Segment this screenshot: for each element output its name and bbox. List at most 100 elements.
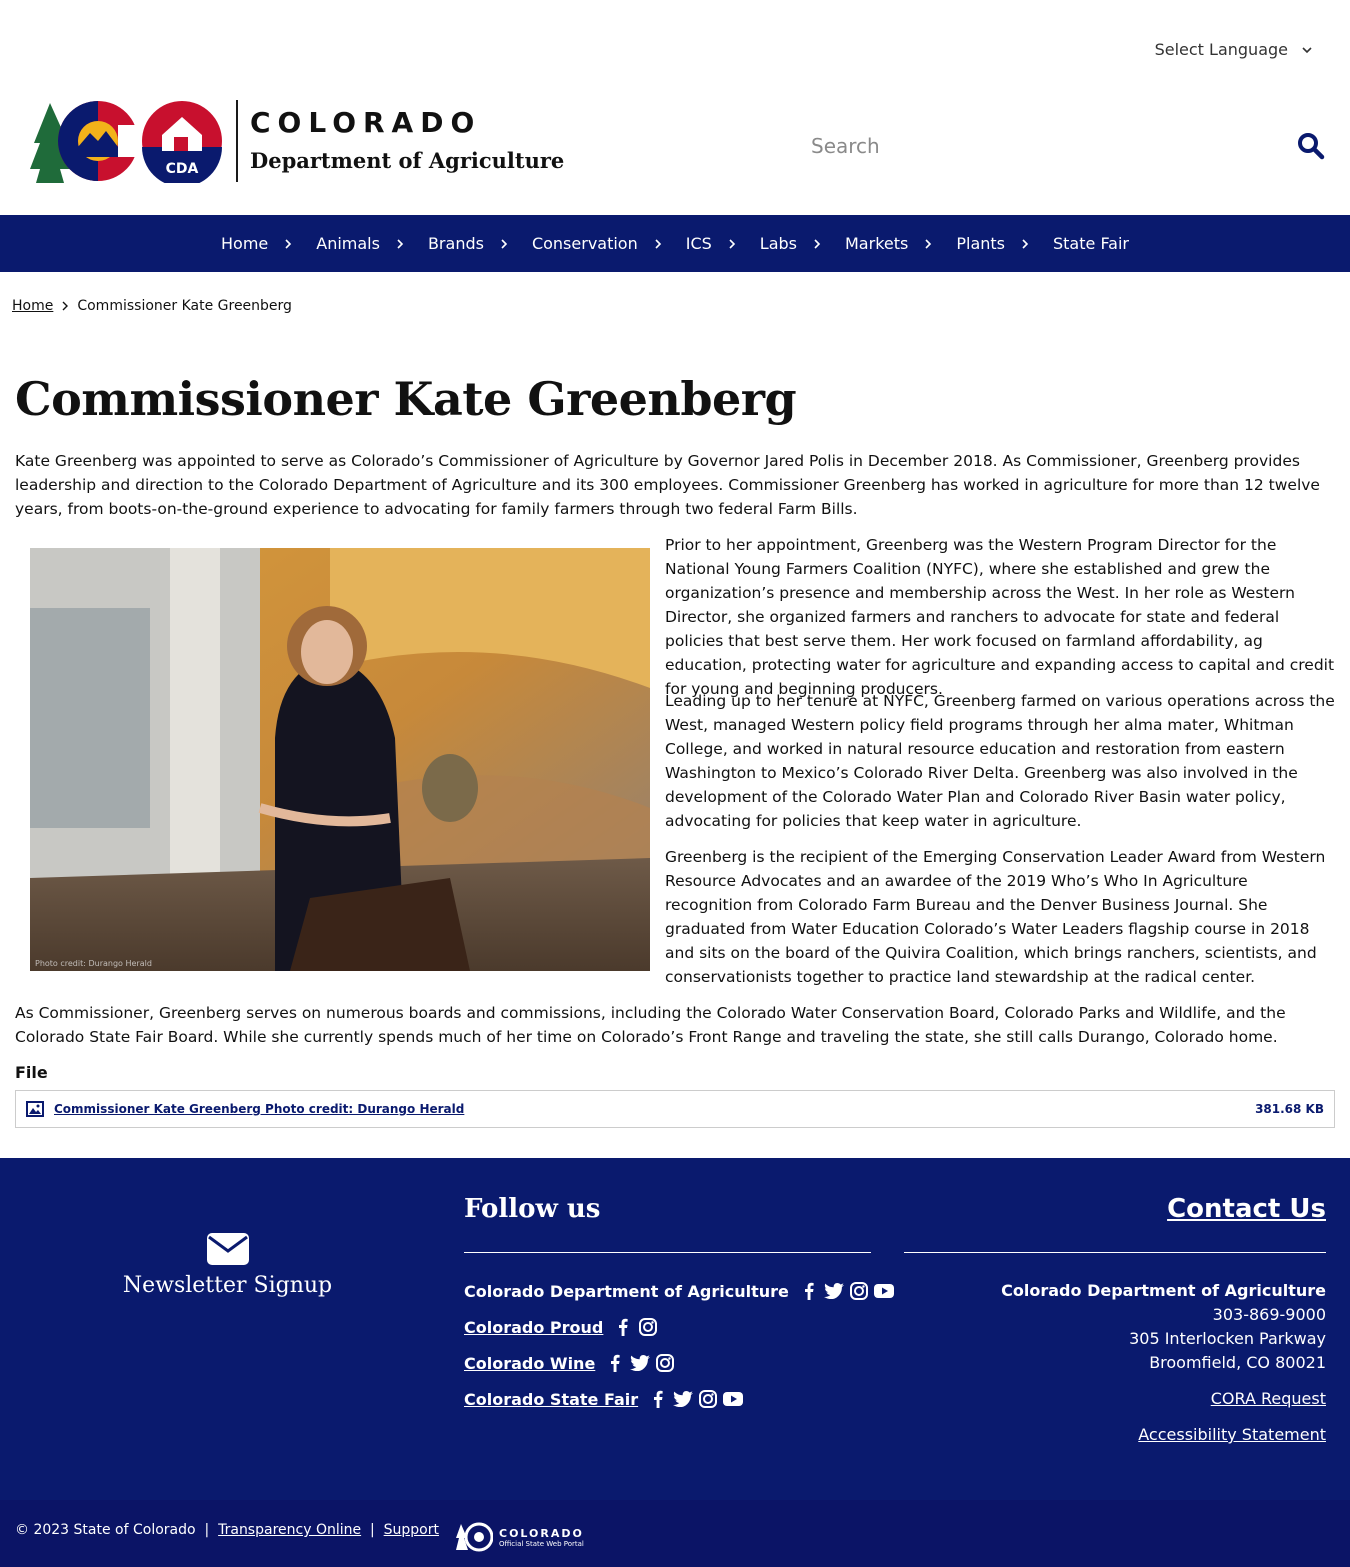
- social-row-cda: Colorado Department of Agriculture: [464, 1280, 895, 1302]
- image-file-icon: [26, 1101, 44, 1117]
- facebook-icon[interactable]: [647, 1388, 669, 1410]
- logo-dept-name: Department of Agriculture: [250, 148, 565, 173]
- twitter-icon[interactable]: [672, 1388, 694, 1410]
- nav-item-label: State Fair: [1053, 234, 1129, 253]
- bio-paragraph-1: Prior to her appointment, Greenberg was …: [665, 536, 1335, 698]
- intro-paragraph: Kate Greenberg was appointed to serve as…: [15, 452, 1320, 518]
- social-org-link[interactable]: Colorado State Fair: [464, 1390, 638, 1409]
- bio-paragraph-4: As Commissioner, Greenberg serves on num…: [15, 1004, 1286, 1046]
- nav-item-label: Brands: [427, 234, 484, 253]
- copyright-line: © 2023 State of Colorado | Transparency …: [15, 1522, 439, 1538]
- file-download-link[interactable]: Commissioner Kate Greenberg Photo credit…: [54, 1102, 1255, 1116]
- nav-item-home[interactable]: Home: [221, 234, 292, 253]
- contact-us-link[interactable]: Contact Us: [1167, 1194, 1326, 1224]
- copyright-text: © 2023 State of Colorado: [15, 1522, 196, 1538]
- breadcrumb: Home Commissioner Kate Greenberg: [12, 298, 292, 314]
- facebook-icon[interactable]: [798, 1280, 820, 1302]
- separator: |: [370, 1522, 375, 1538]
- nav-item-label: Plants: [956, 234, 1005, 253]
- social-row-colorado-wine: Colorado Wine: [464, 1352, 676, 1374]
- sub-footer: © 2023 State of Colorado | Transparency …: [0, 1500, 1350, 1567]
- twitter-icon[interactable]: [629, 1352, 651, 1374]
- instagram-icon[interactable]: [697, 1388, 719, 1410]
- separator: |: [204, 1522, 210, 1538]
- accessibility-statement-link[interactable]: Accessibility Statement: [1001, 1423, 1326, 1447]
- contact-divider: [904, 1252, 1326, 1253]
- chevron-right-icon: [62, 301, 69, 311]
- youtube-icon[interactable]: [873, 1280, 895, 1302]
- contact-info: Colorado Department of Agriculture 303-8…: [1001, 1279, 1326, 1447]
- nav-item-label: ICS: [685, 234, 712, 253]
- file-attachment: Commissioner Kate Greenberg Photo credit…: [15, 1090, 1335, 1128]
- search-input[interactable]: [811, 134, 1296, 158]
- facebook-icon[interactable]: [604, 1352, 626, 1374]
- site-logo[interactable]: CDA COLORADO Department of Agriculture: [30, 99, 564, 183]
- logo-text: COLORADO Department of Agriculture: [250, 106, 564, 176]
- facebook-icon[interactable]: [612, 1316, 634, 1338]
- nav-item-plants[interactable]: Plants: [956, 234, 1029, 253]
- nav-item-brands[interactable]: Brands: [428, 234, 508, 253]
- newsletter-signup-link[interactable]: Newsletter Signup: [100, 1233, 355, 1298]
- nav-item-labs[interactable]: Labs: [760, 234, 821, 253]
- nav-item-conservation[interactable]: Conservation: [532, 234, 662, 253]
- twitter-icon[interactable]: [823, 1280, 845, 1302]
- breadcrumb-current: Commissioner Kate Greenberg: [77, 298, 292, 314]
- search-button[interactable]: [1296, 131, 1326, 161]
- file-size: 381.68 KB: [1255, 1102, 1324, 1116]
- chevron-right-icon: [814, 238, 821, 249]
- social-org-link[interactable]: Colorado Proud: [464, 1318, 603, 1337]
- chevron-right-icon: [501, 238, 508, 249]
- nav-item-animals[interactable]: Animals: [316, 234, 404, 253]
- nav-item-markets[interactable]: Markets: [845, 234, 932, 253]
- contact-address-line1: 305 Interlocken Parkway: [1129, 1329, 1326, 1348]
- colorado-c-logo-icon: [30, 101, 138, 183]
- contact-address-line2: Broomfield, CO 80021: [1149, 1353, 1326, 1372]
- cora-request-link[interactable]: CORA Request: [1001, 1387, 1326, 1411]
- instagram-icon[interactable]: [654, 1352, 676, 1374]
- file-label: File: [15, 1063, 48, 1082]
- cda-badge-text: CDA: [166, 161, 199, 177]
- support-link[interactable]: Support: [384, 1522, 439, 1538]
- logo-divider: [236, 100, 238, 182]
- site-footer: Newsletter Signup Follow us Colorado Dep…: [0, 1158, 1350, 1500]
- social-org-name: Colorado Department of Agriculture: [464, 1281, 789, 1301]
- portal-subtitle: Official State Web Portal: [499, 1539, 584, 1548]
- chevron-right-icon: [397, 238, 404, 249]
- commissioner-photo: Photo credit: Durango Herald: [30, 548, 650, 971]
- instagram-icon[interactable]: [848, 1280, 870, 1302]
- contact-org: Colorado Department of Agriculture: [1001, 1281, 1326, 1300]
- search-bar: [811, 129, 1326, 163]
- chevron-right-icon: [925, 238, 932, 249]
- colorado-portal-icon: [456, 1522, 493, 1552]
- social-org-link[interactable]: Colorado Wine: [464, 1354, 595, 1373]
- follow-divider: [464, 1252, 871, 1253]
- nav-item-label: Animals: [316, 234, 380, 253]
- chevron-down-icon: [1302, 46, 1312, 53]
- nav-item-label: Labs: [759, 234, 797, 253]
- chevron-right-icon: [729, 238, 735, 249]
- photo-credit: Photo credit: Durango Herald: [35, 959, 152, 968]
- language-label: Select Language: [1154, 40, 1288, 59]
- logo-state-name: COLORADO: [250, 106, 482, 139]
- portrait-image: [30, 548, 650, 971]
- bio-paragraph-3: Greenberg is the recipient of the Emergi…: [665, 848, 1326, 986]
- instagram-icon[interactable]: [637, 1316, 659, 1338]
- transparency-online-link[interactable]: Transparency Online: [218, 1522, 361, 1538]
- nav-item-state-fair[interactable]: State Fair: [1053, 234, 1129, 253]
- site-header: CDA COLORADO Department of Agriculture: [0, 95, 1350, 215]
- main-nav: Home Animals Brands Conservation ICS Lab…: [0, 215, 1350, 272]
- portal-name: COLORADO: [499, 1526, 584, 1540]
- chevron-right-icon: [1022, 238, 1029, 249]
- envelope-icon: [206, 1233, 249, 1265]
- nav-item-ics[interactable]: ICS: [686, 234, 736, 253]
- chevron-right-icon: [285, 238, 292, 249]
- page-title: Commissioner Kate Greenberg: [15, 372, 797, 426]
- contact-phone: 303-869-9000: [1212, 1305, 1326, 1324]
- breadcrumb-home-link[interactable]: Home: [12, 298, 53, 314]
- nav-item-label: Markets: [845, 234, 909, 253]
- search-icon: [1298, 133, 1325, 160]
- language-select[interactable]: Select Language: [1155, 40, 1312, 59]
- state-portal-logo[interactable]: COLORADO Official State Web Portal: [455, 1522, 584, 1552]
- social-row-state-fair: Colorado State Fair: [464, 1388, 744, 1410]
- youtube-icon[interactable]: [722, 1388, 744, 1410]
